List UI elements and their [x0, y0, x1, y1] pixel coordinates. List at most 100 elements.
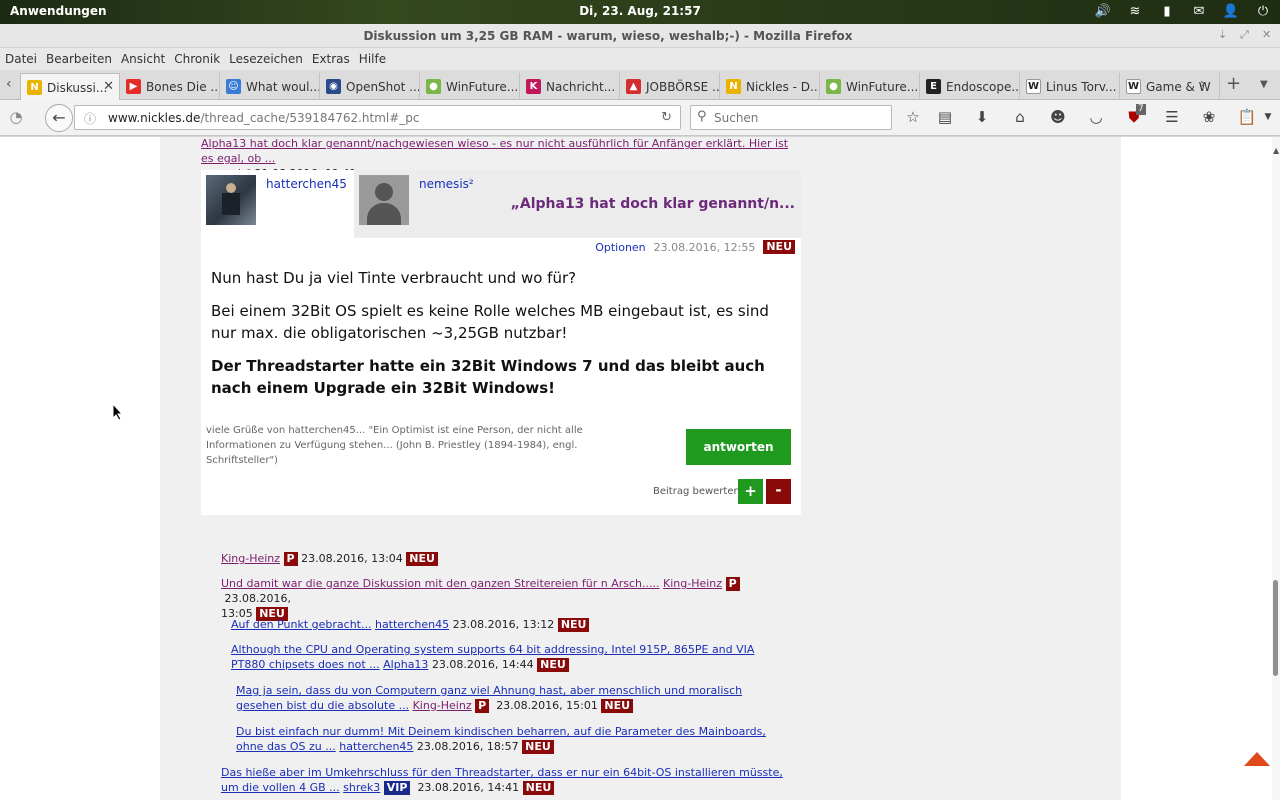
thread-item: Und damit war die ganze Diskussion mit d…	[221, 576, 781, 621]
tab-favicon-icon: ●	[426, 79, 441, 94]
tab-scroll-right-icon[interactable]: ›	[1200, 76, 1206, 92]
search-bar[interactable]: ⚲ Suchen	[690, 105, 892, 130]
home-icon[interactable]: ⌂	[1010, 108, 1030, 126]
thread-author-link[interactable]: King-Heinz	[413, 699, 472, 712]
thread-author-link[interactable]: hatterchen45	[339, 740, 413, 753]
tab-label: WinFuture...	[446, 79, 519, 94]
back-button[interactable]: ←	[45, 104, 73, 132]
maximize-icon[interactable]: ⤢	[1240, 28, 1249, 42]
close-icon[interactable]: ✕	[1262, 28, 1271, 41]
tab-label: Nickles - D...	[746, 79, 820, 94]
quoted-author-avatar[interactable]	[359, 175, 409, 225]
tab-favicon-icon: N	[726, 79, 741, 94]
mail-icon[interactable]: ✉	[1190, 3, 1208, 21]
tab-3[interactable]: ☺ What woul...	[220, 73, 320, 100]
overflow-chevron-icon[interactable]: ▼	[1258, 112, 1278, 122]
navigation-bar: ◔ ← ⓘ www.nickles.de/thread_cache/539184…	[0, 100, 1280, 136]
download-icon[interactable]: ⬇	[972, 108, 992, 126]
tab-10[interactable]: E Endoscope...	[920, 73, 1020, 100]
tab-9[interactable]: ● WinFuture...	[820, 73, 920, 100]
url-text[interactable]: www.nickles.de/thread_cache/539184762.ht…	[108, 111, 420, 125]
bookmark-star-icon[interactable]: ☆	[903, 108, 923, 126]
rate-minus-button[interactable]: -	[766, 479, 791, 504]
url-bar[interactable]: ⓘ www.nickles.de/thread_cache/539184762.…	[74, 105, 681, 130]
user-icon[interactable]: 👤	[1222, 3, 1240, 21]
menu-extras[interactable]: Extras	[312, 52, 350, 66]
rate-plus-button[interactable]: +	[738, 479, 763, 504]
tab-4[interactable]: ◉ OpenShot ...	[320, 73, 420, 100]
hamburger-menu-icon[interactable]: ☰	[1162, 108, 1182, 126]
clock[interactable]: Di, 23. Aug, 21:57	[0, 4, 1280, 18]
scroll-to-top-icon[interactable]	[1244, 751, 1270, 767]
thread-author-link[interactable]: King-Heinz	[663, 577, 722, 590]
tab-8[interactable]: N Nickles - D...	[720, 73, 820, 100]
tab-favicon-icon: N	[27, 80, 42, 95]
wifi-icon[interactable]: ≋	[1126, 3, 1144, 21]
neu-badge: NEU	[537, 658, 569, 672]
author-name[interactable]: hatterchen45	[266, 177, 347, 191]
post-meta: Optionen 23.08.2016, 12:55 NEU	[595, 240, 795, 254]
tab-favicon-icon: ●	[826, 79, 841, 94]
neu-badge: NEU	[557, 618, 590, 632]
quote-text[interactable]: „Alpha13 hat doch klar genannt/n...	[511, 196, 795, 212]
thread-link[interactable]: Mag ja sein, dass du von Computern ganz …	[236, 684, 742, 712]
thread-author-link[interactable]: shrek3	[343, 781, 380, 794]
tab-2[interactable]: ▶ Bones Die ...	[120, 73, 220, 100]
new-tab-icon[interactable]: +	[1226, 73, 1241, 94]
sync-icon[interactable]: ◔	[6, 108, 26, 126]
window-title-bar: Diskussion um 3,25 GB RAM - warum, wieso…	[0, 24, 1280, 48]
tab-label: Bones Die ...	[146, 79, 220, 94]
tab-label: Nachricht...	[546, 79, 616, 94]
page-content: Alpha13 hat doch klar genannt/nachgewies…	[0, 137, 1272, 800]
previous-post-link[interactable]: Alpha13 hat doch klar genannt/nachgewies…	[201, 137, 788, 165]
clipboard-icon[interactable]: 📋	[1237, 108, 1257, 126]
post-paragraph-3: Der Threadstarter hatte ein 32Bit Window…	[211, 357, 765, 397]
tab-close-icon[interactable]: ✕	[103, 79, 114, 94]
thread-date: 23.08.2016,	[224, 592, 291, 605]
premium-badge: P	[475, 699, 490, 713]
tab-label: WinFuture...	[846, 79, 919, 94]
menu-lesezeichen[interactable]: Lesezeichen	[229, 52, 303, 66]
tab-scroll-left-icon[interactable]: ‹	[6, 76, 12, 92]
thread-link[interactable]: Und damit war die ganze Diskussion mit d…	[221, 577, 660, 590]
post-paragraph-2: Bei einem 32Bit OS spielt es keine Rolle…	[211, 302, 769, 342]
thread-date: 23.08.2016, 15:01	[496, 699, 598, 712]
thread-author-link[interactable]: Alpha13	[383, 658, 428, 671]
reload-icon[interactable]: ↻	[661, 110, 672, 125]
author-avatar[interactable]	[206, 175, 256, 225]
menu-bar: Datei Bearbeiten Ansicht Chronik Lesezei…	[0, 48, 1280, 70]
tab-5[interactable]: ● WinFuture...	[420, 73, 520, 100]
neu-badge: NEU	[406, 552, 438, 566]
options-link[interactable]: Optionen	[595, 241, 645, 254]
tab-label: JOBBÖRSE ...	[646, 79, 720, 94]
scroll-up-icon[interactable]: ▲	[1273, 146, 1279, 155]
hello-icon[interactable]: ☻	[1048, 108, 1068, 126]
page-scrollbar[interactable]	[1272, 137, 1280, 800]
menu-bearbeiten[interactable]: Bearbeiten	[46, 52, 112, 66]
quoted-author-name[interactable]: nemesis²	[419, 177, 474, 191]
scrollbar-thumb[interactable]	[1273, 580, 1278, 676]
tab-11[interactable]: W Linus Torv...	[1020, 73, 1120, 100]
tab-1[interactable]: N Diskussi... ✕	[20, 73, 120, 101]
tab-label: Linus Torv...	[1046, 79, 1117, 94]
menu-ansicht[interactable]: Ansicht	[121, 52, 165, 66]
minimize-icon[interactable]: ⇣	[1218, 28, 1227, 41]
thread-author-link[interactable]: hatterchen45	[375, 618, 449, 631]
menu-datei[interactable]: Datei	[5, 52, 37, 66]
tab-7[interactable]: ▲ JOBBÖRSE ...	[620, 73, 720, 100]
reply-button[interactable]: antworten	[686, 429, 791, 465]
menu-chronik[interactable]: Chronik	[174, 52, 220, 66]
battery-icon[interactable]: ▮	[1158, 3, 1176, 21]
thread-author-link[interactable]: King-Heinz	[221, 552, 280, 565]
power-icon[interactable]: ⏻	[1254, 3, 1272, 21]
color-extension-icon[interactable]: ❀	[1199, 108, 1219, 126]
tab-label: Diskussi...	[47, 80, 108, 95]
tab-list-icon[interactable]: ▼	[1260, 79, 1268, 90]
menu-hilfe[interactable]: Hilfe	[359, 52, 386, 66]
info-icon[interactable]: ⓘ	[84, 110, 96, 127]
volume-icon[interactable]: 🔊	[1094, 3, 1112, 21]
pocket-icon[interactable]: ◡	[1086, 108, 1106, 126]
reading-list-icon[interactable]: ▤	[935, 108, 955, 126]
tab-6[interactable]: K Nachricht...	[520, 73, 620, 100]
thread-link[interactable]: Auf den Punkt gebracht...	[231, 618, 371, 631]
